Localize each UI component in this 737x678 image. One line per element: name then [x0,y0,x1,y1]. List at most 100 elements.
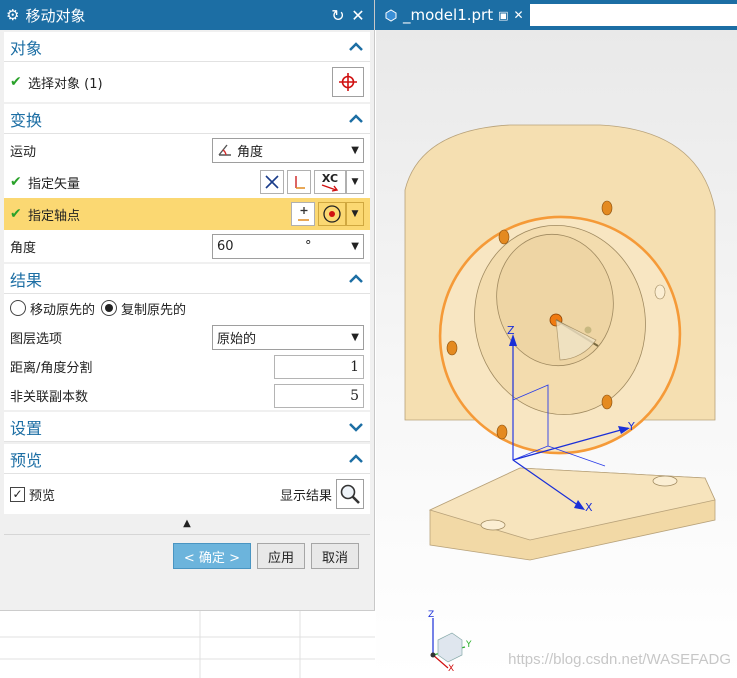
chevron-down-icon[interactable]: ▼ [351,241,359,252]
chevron-up-icon[interactable] [348,39,364,55]
cancel-button[interactable]: 取消 [310,543,359,569]
reset-icon[interactable]: ↻ [328,6,348,25]
preview-checkbox[interactable]: ✓ [10,486,25,502]
result-section-header[interactable]: 结果 [4,264,370,294]
chevron-up-icon[interactable] [348,111,364,127]
settings-section-header[interactable]: 设置 [4,412,370,442]
transform-header-label: 变换 [10,110,43,130]
tab-empty-area [530,4,737,26]
specify-vector-row: ✔ 指定矢量 XC ▼ [4,166,370,198]
red-arrow-icon [321,183,339,192]
reverse-direction-button[interactable] [260,170,284,194]
preview-section: 预览 ✓ 预览 显示结果 [4,444,370,514]
model-drawing [404,124,716,669]
object-section-header[interactable]: 对象 [4,32,370,62]
grid-lines [0,611,375,678]
transform-section-header[interactable]: 变换 [4,104,370,134]
triad-cube [437,632,463,663]
motion-label: 运动 [10,144,37,160]
gear-icon[interactable]: ⚙ [6,6,19,24]
chevron-down-icon: ▼ [351,144,359,156]
tab-model1[interactable]: _model1.prt ▣ ✕ [380,3,528,27]
vector-type-button[interactable]: XC [314,170,346,194]
restore-icon[interactable]: ▣ [498,9,508,22]
layer-option-value: 原始的 [217,331,257,347]
object-section: 对象 ✔ 选择对象 (1) [4,32,370,102]
layer-option-label: 图层选项 [10,331,63,347]
motion-select[interactable]: 角度 ▼ [212,137,364,163]
check-icon: ✔ [10,74,22,90]
angle-row: 角度 60 ° ▼ [4,230,370,262]
bolt-hole [446,340,458,356]
part-file-icon [385,9,397,22]
motion-row: 运动 角度 ▼ [4,134,370,166]
preview-section-header[interactable]: 预览 [4,444,370,474]
move-original-label: 移动原先的 [30,302,96,318]
check-icon: ✔ [10,174,22,190]
close-icon[interactable]: ✕ [348,6,368,25]
angle-label: 角度 [10,240,37,256]
axis-z-label: Z [507,324,515,337]
magnifier-icon [340,484,360,504]
ok-button[interactable]: < 确定 > [172,543,251,569]
distance-angle-input[interactable]: 1 [274,354,364,379]
apply-button[interactable]: 应用 [256,543,305,569]
chevron-down-icon: ▼ [351,209,359,219]
copy-original-radio[interactable] [101,300,118,316]
select-object-label: 选择对象 (1) [28,76,103,92]
chevron-down-icon: ▼ [351,177,359,187]
result-section: 结果 移动原先的 复制原先的 图层选项 原始的 ▼ 距离/角度分割 1 非关联副… [4,264,370,410]
select-object-button[interactable] [332,67,364,97]
move-original-radio[interactable] [10,300,26,316]
preview-header-label: 预览 [10,450,43,470]
point-dialog-icon [298,207,309,221]
angle-input[interactable]: 60 ° ▼ [212,233,364,259]
copies-input[interactable]: 5 [274,383,364,408]
bolt-hole [601,200,613,216]
vector-dialog-icon [295,176,305,189]
bolt-hole [654,284,666,300]
bolt-hole [496,424,508,440]
watermark: https://blog.csdn.net/WASEFADG [508,651,731,668]
preview-label: 预览 [29,488,56,504]
layer-option-select[interactable]: 原始的 ▼ [212,324,364,350]
transform-section: 变换 运动 角度 ▼ ✔ 指定矢量 XC ▼ ✔ 指定轴点 ▼ 角度 60 ° … [4,104,370,262]
motion-value: 角度 [237,144,264,160]
pivot-type-button[interactable] [318,202,346,226]
select-object-row: ✔ 选择对象 (1) [4,62,370,102]
angle-unit: ° [305,238,312,254]
tab-model1-label: _model1.prt [403,6,494,24]
triad-z-label: Z [428,610,435,620]
vector-type-dropdown[interactable]: ▼ [346,170,364,194]
move-object-dialog: ⚙ 移动对象 ↻ ✕ 对象 ✔ 选择对象 (1) 变换 运动 角度 ▼ ✔ 指定… [0,0,375,678]
chevron-up-icon[interactable] [348,451,364,467]
dialog-buttons: < 确定 > 应用 取消 [0,535,374,577]
point-dialog-button[interactable] [291,202,315,226]
navigator-grid [0,610,375,678]
chevron-down-icon: ▼ [351,331,359,343]
layer-option-row: 图层选项 原始的 ▼ [4,322,370,352]
copies-label: 非关联副本数 [10,390,89,405]
chevron-down-icon[interactable] [348,419,364,435]
vector-dialog-button[interactable] [287,170,311,194]
chevron-up-icon[interactable] [348,271,364,287]
specify-pivot-row: ✔ 指定轴点 ▼ [4,198,370,230]
collapse-toggle[interactable]: ▲ [0,518,374,534]
close-icon[interactable]: ✕ [514,8,524,22]
distance-angle-label: 距离/角度分割 [10,361,93,376]
graphics-viewport[interactable]: Z Y X Z Y X https://blog.csdn.net/WASEFA… [376,30,737,678]
pivot-type-dropdown[interactable]: ▼ [346,202,364,226]
distance-angle-row: 距离/角度分割 1 [4,352,370,381]
triad-x-label: X [448,664,455,674]
bolt-hole [498,229,510,245]
triad-y-label: Y [466,640,472,650]
settings-header-label: 设置 [10,418,43,438]
axis-x-label: X [585,501,593,514]
triad-origin [430,652,436,658]
tab-bar: _model1.prt ▣ ✕ [375,0,737,30]
check-icon: ✔ [10,206,22,222]
show-result-button[interactable] [336,479,364,509]
copies-row: 非关联副本数 5 [4,381,370,410]
specify-pivot-label: 指定轴点 [28,208,81,224]
base-hole-right [652,475,678,487]
